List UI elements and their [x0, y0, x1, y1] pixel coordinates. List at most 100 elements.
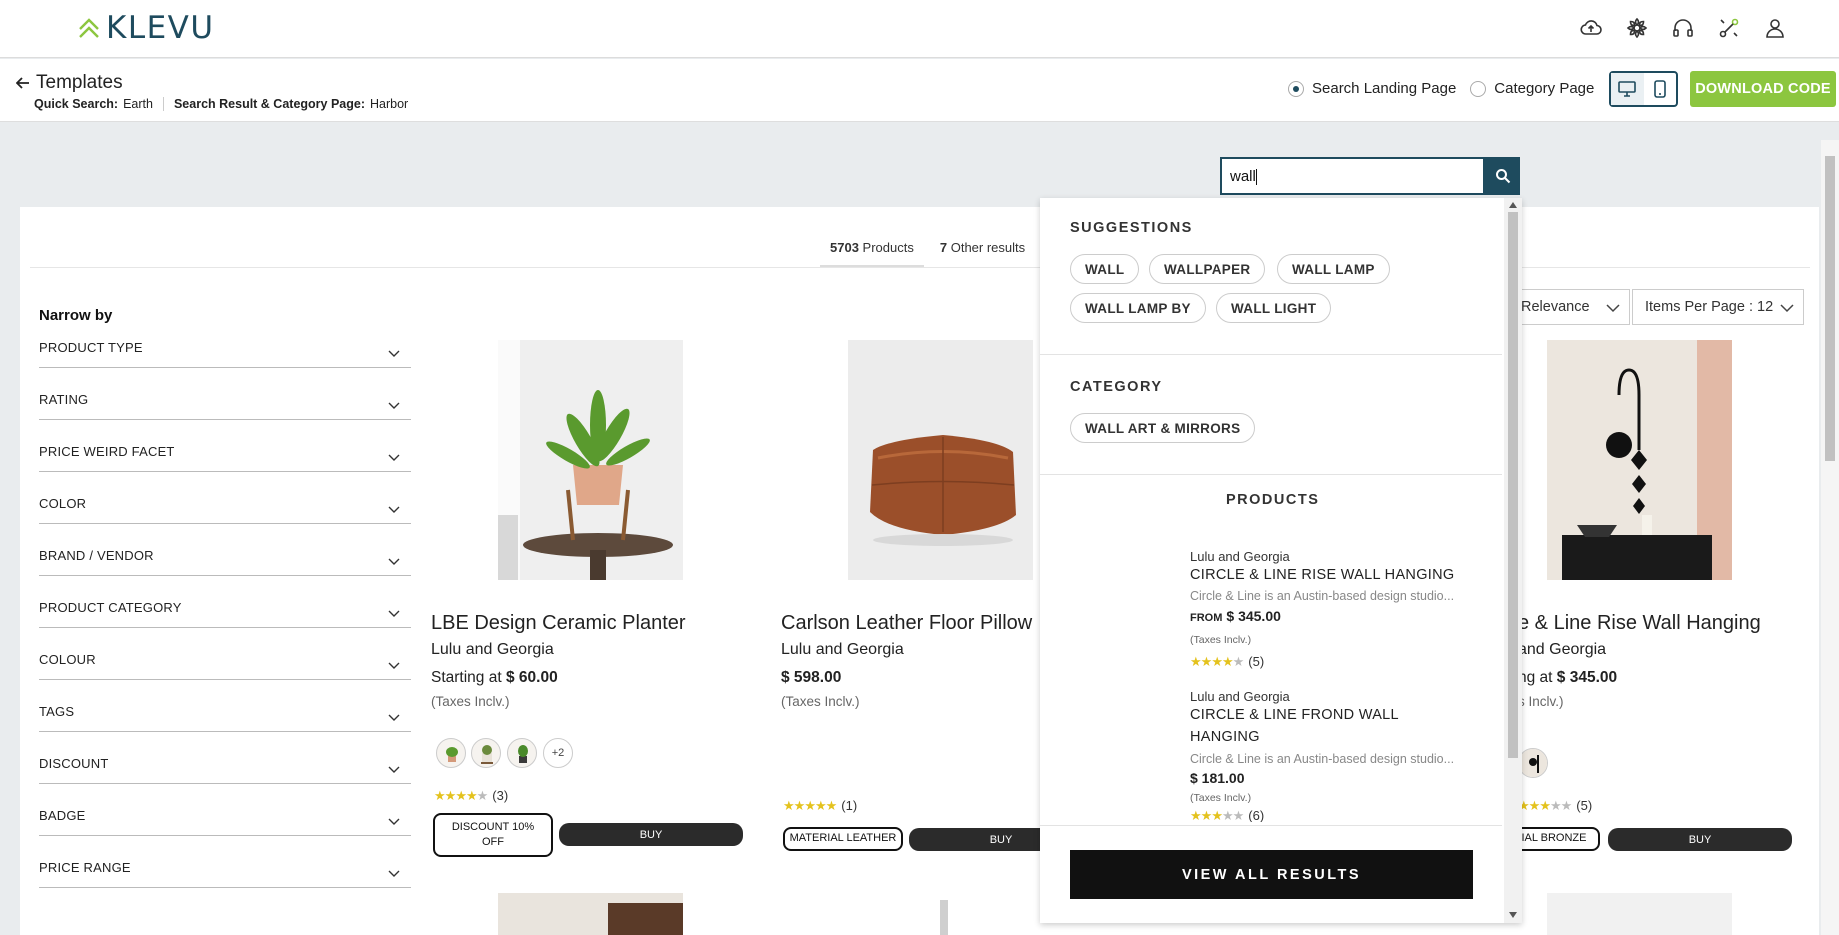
facet-label: TAGS — [39, 704, 75, 719]
rating-stars: ★★★★★ (5) — [1190, 654, 1265, 669]
back-label: Templates — [36, 72, 123, 93]
facet-price-range[interactable]: PRICE RANGE — [39, 860, 411, 888]
radio-search-label: Search Landing Page — [1312, 80, 1457, 97]
more-swatches[interactable]: +2 — [543, 738, 573, 768]
category-heading: CATEGORY — [1070, 379, 1163, 395]
arrow-left-icon — [16, 77, 29, 89]
chevron-down-icon — [388, 506, 400, 513]
cloud-upload-icon[interactable] — [1579, 16, 1603, 40]
product-image-partial[interactable] — [498, 893, 683, 935]
rating-stars: ★★★★★ (1) — [783, 798, 858, 813]
desktop-icon[interactable] — [1611, 73, 1644, 105]
download-code-button[interactable]: DOWNLOAD CODE — [1690, 71, 1836, 107]
dropdown-scrollbar-thumb[interactable] — [1508, 212, 1518, 758]
facet-brand-vendor[interactable]: BRAND / VENDOR — [39, 548, 411, 576]
facet-product-category[interactable]: PRODUCT CATEGORY — [39, 600, 411, 628]
facet-price-weird-facet[interactable]: PRICE WEIRD FACET — [39, 444, 411, 472]
search-autocomplete-dropdown: SUGGESTIONS WALL WALLPAPER WALL LAMP WAL… — [1040, 198, 1522, 923]
product-title[interactable]: Carlson Leather Floor Pillow — [781, 612, 1032, 635]
integration-icon[interactable] — [1717, 16, 1741, 40]
template-toolbar: Templates Quick Search: Earth Search Res… — [0, 59, 1839, 122]
suggested-product-vendor: Lulu and Georgia — [1190, 689, 1290, 704]
product-image-wall-hanging[interactable] — [1547, 340, 1732, 580]
quick-search-label: Quick Search: — [34, 97, 119, 111]
suggested-product-vendor: Lulu and Georgia — [1190, 549, 1290, 564]
search-input[interactable]: wall — [1220, 157, 1485, 195]
suggested-product-title[interactable]: CIRCLE & LINE FROND WALL HANGING — [1190, 704, 1470, 748]
suggested-product-tax: (Taxes Inclv.) — [1190, 634, 1252, 646]
page-scrollbar-thumb[interactable] — [1825, 156, 1835, 461]
facet-color[interactable]: COLOR — [39, 496, 411, 524]
suggestion-chip[interactable]: WALL LAMP — [1277, 254, 1390, 284]
suggestion-chip[interactable]: WALL — [1070, 254, 1140, 284]
suggested-product-desc: Circle & Line is an Austin-based design … — [1190, 752, 1455, 766]
narrow-by-heading: Narrow by — [39, 307, 113, 324]
template-meta: Quick Search: Earth Search Result & Cate… — [34, 97, 408, 111]
product-image-leather-pillow[interactable] — [848, 340, 1033, 580]
swatch-1[interactable] — [1518, 748, 1548, 778]
items-per-page-select[interactable]: Items Per Page : 12 — [1632, 289, 1804, 325]
facet-label: BRAND / VENDOR — [39, 548, 154, 563]
chevron-down-icon — [388, 714, 400, 721]
page-scrollbar[interactable] — [1821, 140, 1839, 935]
rating-stars: ★★★★★ (3) — [434, 788, 509, 803]
klevu-logo[interactable]: KLEVU — [78, 10, 215, 46]
facet-tags[interactable]: TAGS — [39, 704, 411, 732]
page-type-radio-group: Search Landing Page Category Page — [1288, 80, 1608, 97]
suggestions-heading: SUGGESTIONS — [1070, 220, 1193, 236]
product-image-partial[interactable] — [1547, 893, 1732, 935]
flower-icon[interactable] — [1625, 16, 1649, 40]
facet-product-type[interactable]: PRODUCT TYPE — [39, 340, 411, 368]
buy-button[interactable]: BUY — [559, 823, 743, 846]
swatch-2[interactable] — [471, 738, 501, 768]
tab-other-results[interactable]: 7 Other results — [940, 232, 1025, 268]
tab-products[interactable]: 5703 Products — [820, 232, 924, 268]
product-image-planter[interactable] — [498, 340, 683, 580]
facet-badge[interactable]: BADGE — [39, 808, 411, 836]
facet-colour[interactable]: COLOUR — [39, 652, 411, 680]
facet-label: PRODUCT CATEGORY — [39, 600, 182, 615]
view-all-results-button[interactable]: VIEW ALL RESULTS — [1070, 850, 1473, 899]
swatch-1[interactable] — [436, 738, 466, 768]
radio-search-landing[interactable]: Search Landing Page — [1288, 80, 1456, 97]
radio-dot[interactable] — [1470, 80, 1487, 97]
suggestion-chip[interactable]: WALL LAMP BY — [1070, 293, 1206, 323]
product-image-partial[interactable] — [940, 900, 948, 935]
suggested-product-title[interactable]: CIRCLE & LINE RISE WALL HANGING — [1190, 564, 1470, 586]
srp-value: Harbor — [370, 97, 409, 111]
swatch-3[interactable] — [507, 738, 537, 768]
facet-label: DISCOUNT — [39, 756, 109, 771]
mobile-icon[interactable] — [1644, 73, 1677, 105]
facet-label: COLOUR — [39, 652, 96, 667]
divider — [1040, 474, 1502, 475]
dropdown-scrollbar[interactable] — [1504, 198, 1522, 923]
facet-rating[interactable]: RATING — [39, 392, 411, 420]
product-title[interactable]: LBE Design Ceramic Planter — [431, 612, 686, 635]
radio-category-page[interactable]: Category Page — [1470, 80, 1594, 97]
product-price: $ 598.00 — [781, 669, 842, 686]
products-heading: PRODUCTS — [1226, 492, 1320, 508]
rating-stars: ★★★★★ (6) — [1190, 808, 1265, 822]
chevron-down-icon — [388, 818, 400, 825]
product-vendor: Lulu and Georgia — [431, 641, 554, 658]
chevron-down-icon — [388, 662, 400, 669]
search-icon — [1495, 169, 1510, 184]
headset-icon[interactable] — [1671, 16, 1695, 40]
sort-select[interactable]: Relevance — [1512, 289, 1630, 325]
back-to-templates[interactable]: Templates — [16, 72, 123, 94]
facet-discount[interactable]: DISCOUNT — [39, 756, 411, 784]
suggestion-chip[interactable]: WALL LIGHT — [1216, 293, 1332, 323]
suggested-product-price: FROM $ 345.00 — [1190, 608, 1281, 624]
product-tax: (Taxes Inclv.) — [781, 694, 860, 709]
suggestion-chip[interactable]: WALLPAPER — [1149, 254, 1266, 284]
radio-dot-selected[interactable] — [1288, 80, 1304, 97]
chevron-down-icon — [1606, 304, 1620, 313]
suggested-product-desc: Circle & Line is an Austin-based design … — [1190, 589, 1455, 603]
product-tax: (Taxes Inclv.) — [431, 694, 510, 709]
user-icon[interactable] — [1763, 16, 1787, 40]
product-title[interactable]: e & Line Rise Wall Hanging — [1518, 612, 1761, 635]
category-chip[interactable]: WALL ART & MIRRORS — [1070, 413, 1256, 443]
divider — [1040, 825, 1502, 826]
buy-button[interactable]: BUY — [1608, 828, 1792, 851]
search-button[interactable] — [1485, 157, 1520, 195]
